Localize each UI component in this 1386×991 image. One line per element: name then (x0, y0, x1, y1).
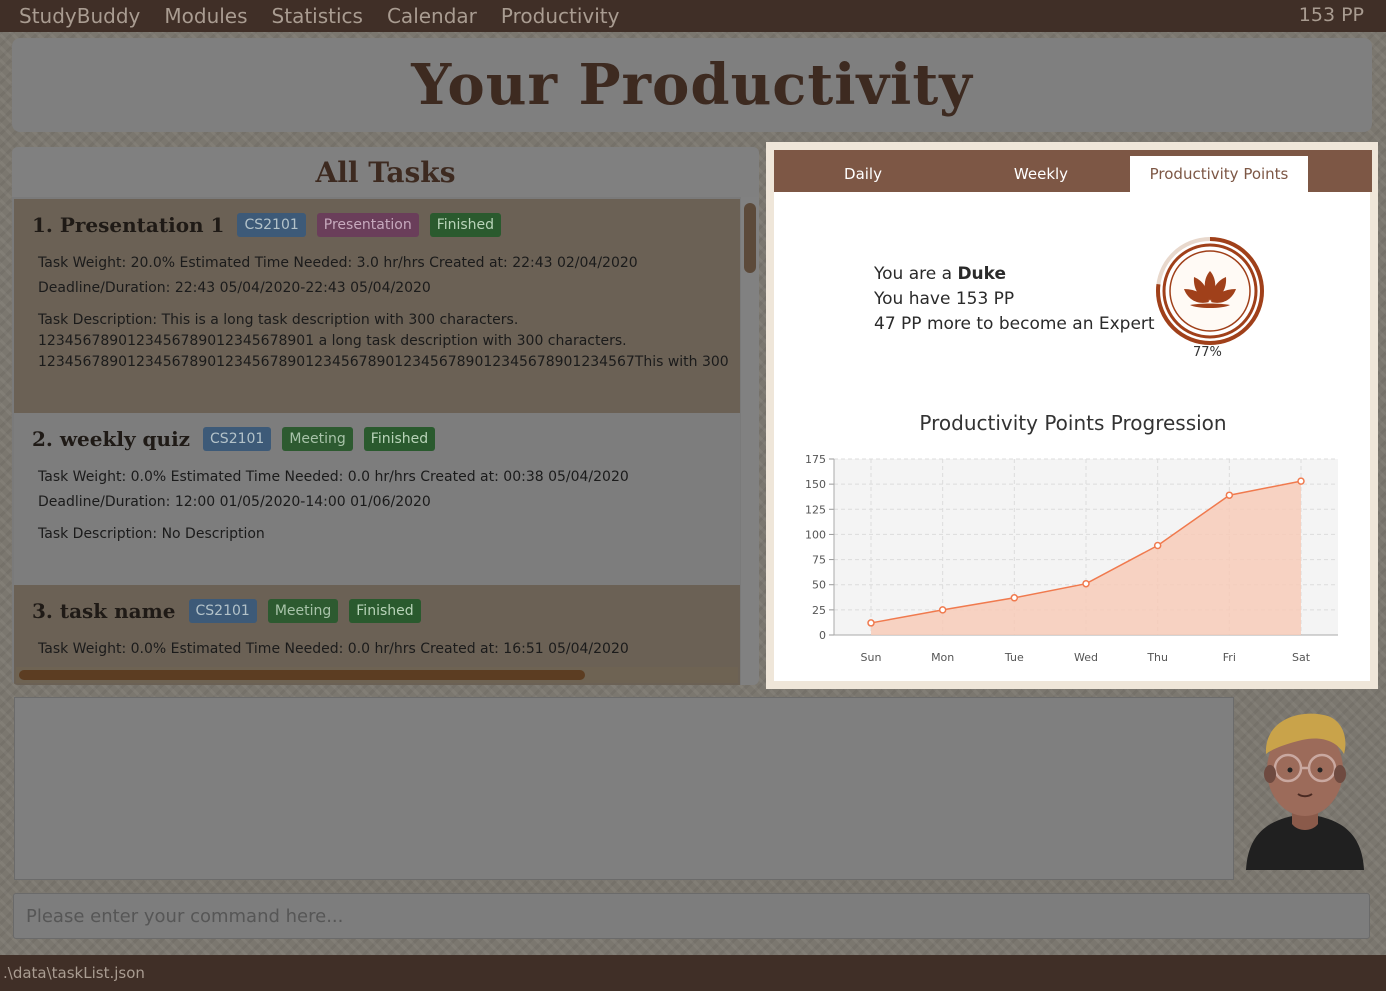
task-deadline: Deadline/Duration: 12:00 01/05/2020-14:0… (38, 494, 431, 510)
y-tick-label: 25 (812, 604, 826, 617)
task-list-horizontal-scrollbar[interactable] (16, 667, 738, 683)
y-tick-label: 175 (805, 453, 826, 466)
data-point (1082, 579, 1090, 588)
module-tag: CS2101 (203, 427, 272, 451)
y-tick-label: 75 (812, 554, 826, 567)
menu-modules[interactable]: Modules (152, 4, 259, 28)
type-tag: Meeting (267, 599, 339, 623)
task-card[interactable]: 2. weekly quiz CS2101 Meeting Finished T… (14, 413, 740, 585)
type-tag: Presentation (316, 213, 419, 237)
menu-statistics[interactable]: Statistics (260, 4, 375, 28)
task-title: 2. weekly quiz (32, 427, 191, 451)
tab-productivity-points[interactable]: Productivity Points (1130, 156, 1308, 192)
y-tick-label: 0 (819, 629, 826, 642)
menu-calendar[interactable]: Calendar (375, 4, 489, 28)
task-list-vertical-scrollbar[interactable] (741, 197, 759, 685)
tab-weekly[interactable]: Weekly (952, 156, 1130, 192)
points-line: You have 153 PP (874, 289, 1015, 309)
task-list-panel: All Tasks 1. Presentation 1 CS2101 Prese… (12, 147, 759, 685)
x-tick-label: Fri (1223, 651, 1236, 664)
data-point (1010, 594, 1019, 602)
task-details: Task Weight: 20.0% Estimated Time Needed… (38, 255, 638, 271)
status-bar: .\data\taskList.json (0, 955, 1386, 991)
title-panel: Your Productivity (12, 38, 1372, 132)
status-tag: Finished (429, 213, 502, 237)
progress-percent: 77% (1193, 345, 1222, 360)
next-rank-line: 47 PP more to become an Expert (874, 314, 1155, 334)
avatar (1246, 713, 1364, 870)
status-tag: Finished (349, 599, 421, 623)
scrollbar-thumb[interactable] (744, 203, 756, 273)
task-description: Task Description: No Description (38, 526, 265, 542)
y-tick-label: 150 (805, 478, 826, 491)
y-tick-label: 125 (805, 503, 826, 516)
chart-title: Productivity Points Progression (919, 411, 1227, 435)
tab-daily[interactable]: Daily (774, 156, 952, 192)
command-input[interactable] (13, 893, 1370, 939)
x-tick-label: Mon (931, 651, 954, 664)
module-tag: CS2101 (188, 599, 257, 623)
tab-bar: Daily Weekly Productivity Points (774, 150, 1372, 192)
menu-productivity[interactable]: Productivity (489, 4, 632, 28)
data-point (1153, 541, 1162, 550)
scrollbar-thumb[interactable] (19, 670, 585, 680)
data-point (1225, 491, 1234, 499)
task-deadline: Deadline/Duration: 22:43 05/04/2020-22:4… (38, 280, 431, 296)
type-tag: Meeting (282, 427, 353, 451)
task-details: Task Weight: 0.0% Estimated Time Needed:… (38, 469, 629, 485)
y-tick-label: 50 (812, 579, 826, 592)
rank-name: Duke (957, 264, 1007, 284)
rank-badge (1156, 237, 1264, 345)
task-list-title: All Tasks (315, 155, 456, 189)
task-details: Task Weight: 0.0% Estimated Time Needed:… (38, 641, 629, 657)
productivity-panel: Daily Weekly Productivity Points You are… (766, 142, 1378, 689)
rank-prefix: You are a (874, 264, 958, 284)
data-point (1297, 477, 1305, 485)
rank-info: You are a Duke You have 153 PP 47 PP mor… (874, 262, 1155, 337)
task-description: Task Description: This is a long task de… (38, 312, 729, 370)
menu-studybuddy[interactable]: StudyBuddy (7, 4, 152, 28)
task-list-header: All Tasks (12, 147, 759, 197)
menu-bar: StudyBuddy Modules Statistics Calendar P… (0, 0, 1386, 32)
x-tick-label: Sat (1292, 651, 1311, 664)
x-tick-label: Tue (1004, 651, 1024, 664)
data-file-path: .\data\taskList.json (3, 964, 145, 982)
status-tag: Finished (363, 427, 436, 451)
y-tick-label: 100 (805, 528, 826, 541)
page-title: Your Productivity (411, 52, 973, 118)
productivity-chart: 0 25 50 75 100 125 150 175 Sun Mon Tue Wed Thu Fri Sat (805, 453, 1338, 664)
rank-line: You are a Duke (874, 262, 1155, 287)
task-title: 1. Presentation 1 (32, 213, 225, 237)
task-title: 3. task name (32, 599, 176, 623)
task-list[interactable]: 1. Presentation 1 CS2101 Presentation Fi… (14, 199, 740, 685)
points-counter: 153 PP (1298, 4, 1364, 26)
module-tag: CS2101 (237, 213, 306, 237)
data-point (938, 606, 947, 614)
x-tick-label: Wed (1074, 651, 1098, 664)
x-tick-label: Sun (861, 651, 882, 664)
result-display[interactable] (14, 697, 1234, 880)
task-card[interactable]: 1. Presentation 1 CS2101 Presentation Fi… (14, 199, 740, 413)
x-tick-label: Thu (1146, 651, 1168, 664)
data-point (867, 619, 875, 627)
